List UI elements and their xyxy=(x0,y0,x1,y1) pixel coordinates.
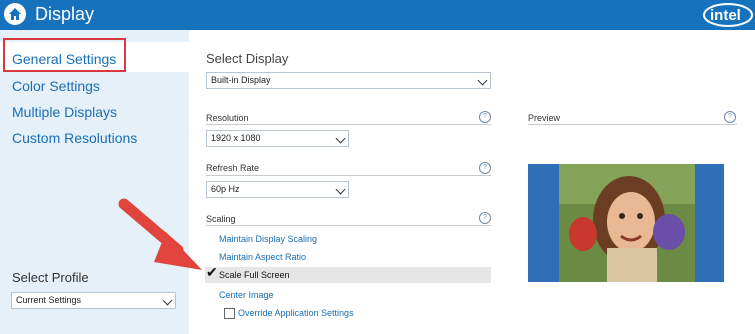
svg-text:intel: intel xyxy=(710,7,741,24)
scaling-option-center-image[interactable]: Center Image xyxy=(219,290,274,300)
divider xyxy=(206,175,491,176)
intel-logo: intel xyxy=(703,3,753,27)
display-select[interactable]: Built-in Display xyxy=(206,72,491,89)
sidebar-item-general-settings[interactable]: General Settings xyxy=(12,50,116,68)
sidebar-item-custom-resolutions[interactable]: Custom Resolutions xyxy=(12,129,137,147)
window-title: Display xyxy=(35,4,95,24)
chevron-down-icon xyxy=(477,75,488,86)
profile-select[interactable]: Current Settings xyxy=(11,292,176,309)
resolution-select[interactable]: 1920 x 1080 xyxy=(206,130,349,147)
resolution-select-value: 1920 x 1080 xyxy=(211,133,261,143)
sidebar-item-multiple-displays[interactable]: Multiple Displays xyxy=(12,103,117,121)
home-icon[interactable] xyxy=(4,3,26,25)
help-icon[interactable]: ? xyxy=(724,111,736,123)
sidebar-item-color-settings[interactable]: Color Settings xyxy=(12,77,100,95)
refresh-rate-label: Refresh Rate xyxy=(206,163,260,173)
display-select-value: Built-in Display xyxy=(211,75,271,85)
divider xyxy=(206,124,491,125)
override-checkbox[interactable] xyxy=(224,308,235,319)
select-profile-label: Select Profile xyxy=(12,270,89,285)
refresh-rate-select-value: 60p Hz xyxy=(211,184,240,194)
profile-select-value: Current Settings xyxy=(16,295,82,305)
preview-label: Preview xyxy=(528,113,561,123)
resolution-label: Resolution xyxy=(206,113,249,123)
chevron-down-icon xyxy=(335,133,346,144)
scaling-option-scale-full-screen[interactable]: Scale Full Screen xyxy=(219,270,290,280)
divider xyxy=(206,225,491,226)
title-bar: Display intel xyxy=(0,0,755,30)
override-application-settings-label[interactable]: Override Application Settings xyxy=(238,308,354,318)
red-arrow-icon xyxy=(118,198,202,270)
scaling-label: Scaling xyxy=(206,214,236,224)
refresh-rate-select[interactable]: 60p Hz xyxy=(206,181,349,198)
scaling-option-maintain-display-scaling[interactable]: Maintain Display Scaling xyxy=(219,234,317,244)
scaling-option-maintain-aspect-ratio[interactable]: Maintain Aspect Ratio xyxy=(219,252,306,262)
help-icon[interactable]: ? xyxy=(479,111,491,123)
sidebar xyxy=(0,30,189,334)
help-icon[interactable]: ? xyxy=(479,162,491,174)
select-display-title: Select Display xyxy=(206,51,289,66)
chevron-down-icon xyxy=(162,295,173,306)
divider xyxy=(528,124,737,125)
preview-image xyxy=(559,164,695,282)
chevron-down-icon xyxy=(335,184,346,195)
help-icon[interactable]: ? xyxy=(479,212,491,224)
